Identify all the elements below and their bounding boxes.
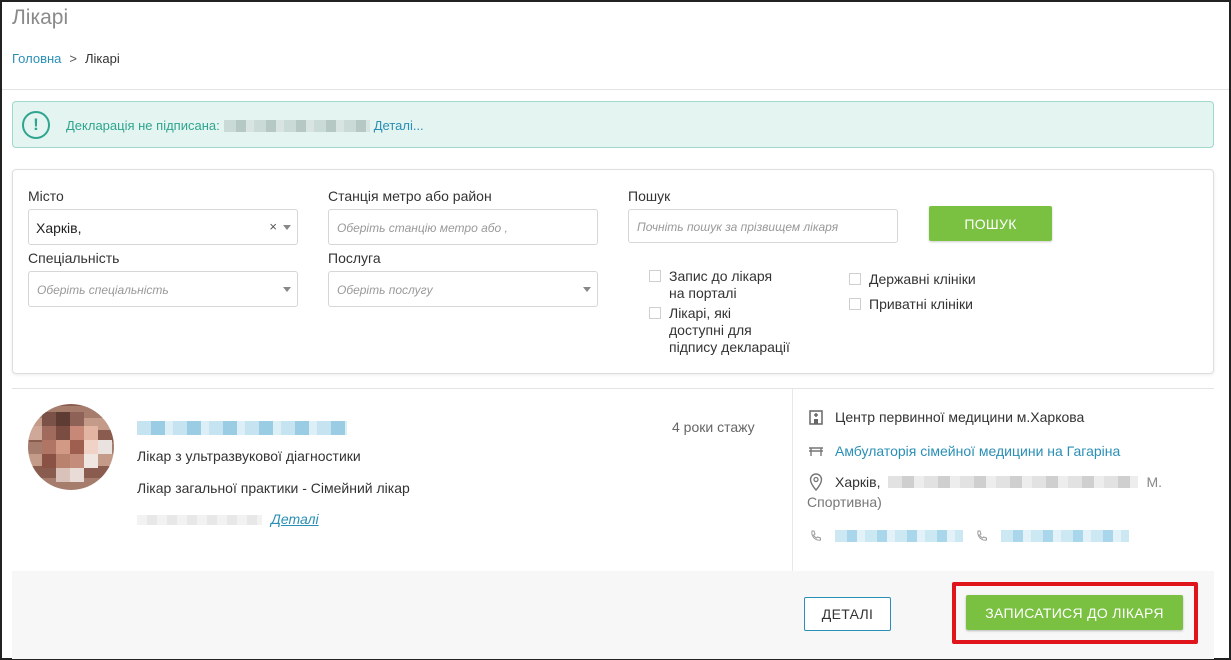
specialty-2: Лікар загальної практики - Сімейний ліка…	[137, 480, 410, 496]
chevron-down-icon	[283, 225, 291, 230]
chevron-down-icon	[283, 287, 291, 292]
alert-text: Декларація не підписана: Деталі...	[66, 118, 424, 134]
declaration-line2: доступні для	[669, 322, 752, 338]
portal-booking-checkbox[interactable]: Запис до лікаря на порталі	[649, 268, 772, 302]
phones-row	[807, 527, 1129, 545]
phone-2-redacted[interactable]	[1001, 530, 1129, 542]
redacted-name	[223, 119, 370, 132]
exclamation-circle-icon: !	[22, 111, 50, 139]
breadcrumb-home-link[interactable]: Головна	[12, 51, 61, 66]
search-button[interactable]: ПОШУК	[929, 206, 1052, 241]
metro-select[interactable]: Оберіть станцію метро або ,	[328, 209, 598, 245]
book-appointment-button[interactable]: ЗАПИСАТИСЯ ДО ЛІКАРЯ	[966, 595, 1183, 630]
alert-details-link[interactable]: Деталі...	[374, 118, 424, 133]
clinic-row: Центр первинної медицини м.Харкова	[807, 408, 1084, 426]
metro-label: Станція метро або район	[328, 188, 492, 204]
phone-icon	[973, 527, 991, 545]
clear-icon[interactable]: ×	[269, 219, 277, 234]
private-clinics-checkbox[interactable]: Приватні клініки	[849, 296, 973, 313]
declaration-line1: Лікарі, які	[669, 305, 732, 321]
city-label: Місто	[28, 188, 64, 204]
portal-booking-line1: Запис до лікаря	[669, 268, 773, 284]
filters-panel: Місто Харків, × Станція метро або район …	[12, 169, 1214, 374]
address-suffix: М.	[1146, 474, 1163, 490]
phone-icon	[807, 527, 825, 545]
doctor-avatar	[28, 404, 114, 490]
checkbox-box[interactable]	[849, 298, 861, 310]
ambulatory-link[interactable]: Амбулаторія сімейної медицини на Гагарін…	[835, 443, 1120, 459]
map-pin-icon	[807, 473, 825, 491]
alert-message: Декларація не підписана:	[66, 118, 220, 133]
doctor-name-redacted[interactable]	[137, 421, 347, 435]
specialty-select[interactable]: Оберіть спеціальність	[28, 271, 298, 307]
specialty-label: Спеціальність	[28, 250, 120, 266]
details-button[interactable]: ДЕТАЛІ	[804, 597, 891, 631]
doctor-details-link[interactable]: Деталі	[271, 511, 319, 527]
hospital-building-icon	[807, 408, 825, 426]
card-divider	[792, 389, 793, 571]
checkbox-box[interactable]	[849, 273, 861, 285]
clinic-name: Центр первинної медицини м.Харкова	[835, 409, 1085, 425]
portal-booking-label: Запис до лікаря на порталі	[669, 268, 772, 302]
checkbox-box[interactable]	[649, 270, 661, 282]
portal-booking-line2: на порталі	[669, 285, 737, 301]
state-clinics-label: Державні клініки	[869, 271, 976, 287]
phone-1-redacted[interactable]	[835, 530, 963, 542]
breadcrumb-separator: >	[69, 51, 77, 66]
address-line2: Спортивна)	[807, 494, 882, 510]
breadcrumb: Головна > Лікарі	[12, 51, 120, 66]
bench-icon	[807, 442, 825, 460]
declaration-available-label: Лікарі, які доступні для підпису деклараці…	[669, 305, 790, 356]
clinic-info: Центр первинної медицини м.Харкова Амбул…	[807, 389, 1207, 571]
doctor-info: 4 роки стажу Лікар з ультразвукової діаг…	[12, 389, 792, 571]
specialty-1: Лікар з ультразвукової діагностики	[137, 448, 361, 464]
city-select[interactable]: Харків, ×	[28, 209, 298, 245]
declaration-line3: підпису декларації	[669, 339, 790, 355]
address-city: Харків,	[835, 474, 881, 490]
header-divider	[2, 89, 1229, 90]
address-redacted	[888, 476, 1139, 488]
redacted-text	[137, 515, 262, 525]
ambulatory-row: Амбулаторія сімейної медицини на Гагарін…	[807, 442, 1120, 460]
search-input[interactable]: Почніть пошук за прізвищем лікаря	[628, 209, 898, 243]
chevron-down-icon	[583, 287, 591, 292]
experience-text: 4 роки стажу	[672, 419, 755, 435]
metro-placeholder: Оберіть станцію метро або ,	[337, 221, 508, 235]
service-label: Послуга	[328, 250, 381, 266]
declaration-alert: ! Декларація не підписана: Деталі...	[12, 101, 1214, 148]
search-label: Пошук	[628, 188, 671, 204]
checkbox-box[interactable]	[649, 307, 661, 319]
state-clinics-checkbox[interactable]: Державні клініки	[849, 271, 976, 288]
city-value: Харків,	[36, 220, 82, 236]
service-placeholder: Оберіть послугу	[337, 283, 433, 297]
service-select[interactable]: Оберіть послугу	[328, 271, 598, 307]
address-row: Харків, М.	[807, 473, 1162, 491]
breadcrumb-current: Лікарі	[85, 51, 120, 66]
private-clinics-label: Приватні клініки	[869, 296, 973, 312]
specialty-placeholder: Оберіть спеціальність	[37, 283, 169, 297]
search-placeholder: Почніть пошук за прізвищем лікаря	[637, 220, 839, 234]
declaration-available-checkbox[interactable]: Лікарі, які доступні для підпису деклараці…	[649, 305, 790, 356]
page-title: Лікарі	[12, 6, 69, 29]
